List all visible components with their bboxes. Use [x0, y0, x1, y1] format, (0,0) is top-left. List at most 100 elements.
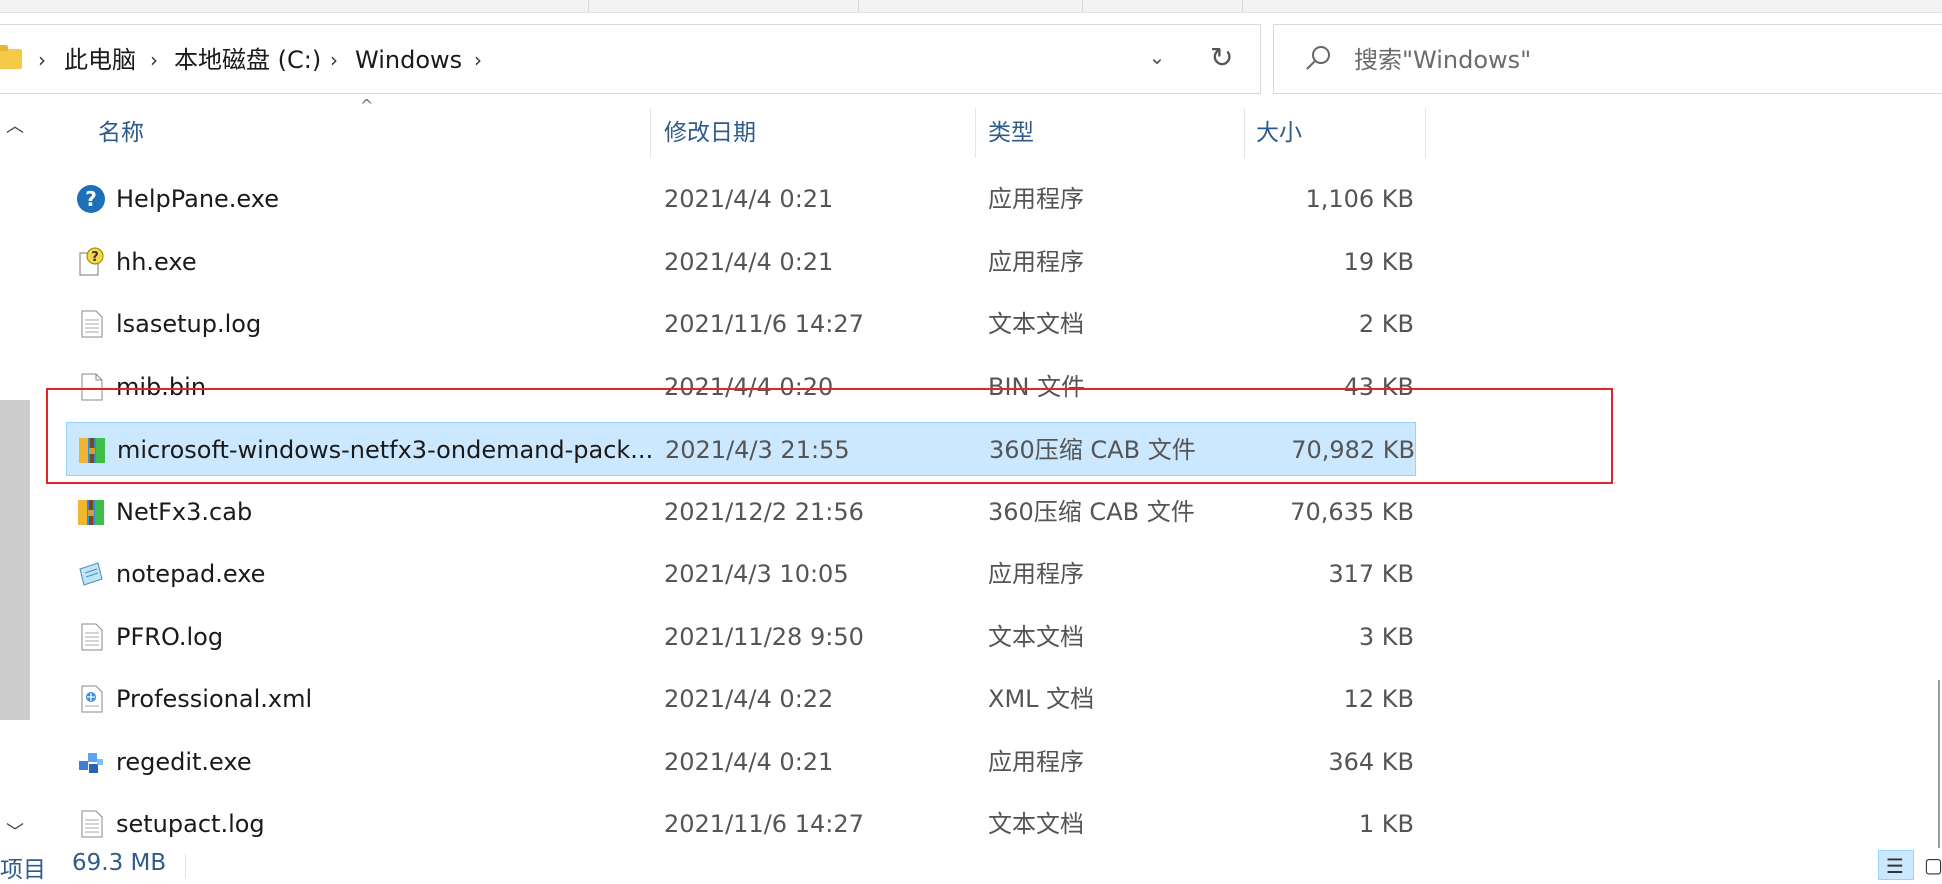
ribbon-divider	[588, 0, 589, 12]
table-row[interactable]: notepad.exe 2021/4/3 10:05 应用程序 317 KB	[66, 547, 1416, 601]
archive-icon	[77, 435, 107, 465]
table-row[interactable]: mib.bin 2021/4/4 0:20 BIN 文件 43 KB	[66, 360, 1416, 414]
file-name[interactable]: notepad.exe	[116, 559, 265, 589]
file-name[interactable]: microsoft-windows-netfx3-ondemand-pack..…	[117, 435, 653, 465]
file-date: 2021/11/28 9:50	[664, 622, 864, 651]
right-scrollbar[interactable]	[1936, 100, 1942, 860]
file-type: BIN 文件	[988, 372, 1086, 401]
file-type: 360压缩 CAB 文件	[988, 497, 1195, 526]
breadcrumb-local-disk[interactable]: 本地磁盘 (C:)	[174, 45, 321, 75]
folder-icon	[0, 45, 22, 69]
file-size: 12 KB	[1343, 685, 1414, 713]
file-name[interactable]: PFRO.log	[116, 622, 223, 652]
column-divider[interactable]	[1244, 108, 1245, 158]
table-row[interactable]: PFRO.log 2021/11/28 9:50 文本文档 3 KB	[66, 610, 1416, 664]
breadcrumb-chevron-icon[interactable]: ›	[330, 45, 338, 75]
breadcrumb-chevron-icon[interactable]: ›	[38, 45, 46, 75]
column-header-date[interactable]: 修改日期	[664, 108, 756, 158]
blank-file-icon	[76, 372, 106, 402]
status-bar: 项目 69.3 MB	[0, 848, 1942, 883]
search-placeholder[interactable]: 搜索"Windows"	[1354, 45, 1531, 75]
file-size: 3 KB	[1358, 622, 1414, 651]
address-bar[interactable]: › 此电脑 › 本地磁盘 (C:) › Windows › ⌄	[0, 24, 1191, 94]
chevron-down-icon[interactable]: ⌄	[1145, 45, 1169, 69]
column-header-size[interactable]: 大小	[1256, 108, 1302, 158]
file-size: 317 KB	[1328, 560, 1414, 588]
table-row[interactable]: NetFx3.cab 2021/12/2 21:56 360压缩 CAB 文件 70,…	[66, 485, 1416, 539]
right-scroll-thumb[interactable]	[1938, 680, 1940, 860]
ribbon-strip	[0, 0, 1942, 13]
status-divider	[185, 854, 186, 878]
file-type: 文本文档	[988, 622, 1084, 651]
file-name[interactable]: HelpPane.exe	[116, 184, 279, 214]
svg-text:?: ?	[85, 187, 97, 211]
table-row[interactable]: regedit.exe 2021/4/4 0:21 应用程序 364 KB	[66, 735, 1416, 789]
scroll-up-icon[interactable]: ︿	[6, 112, 24, 138]
breadcrumb-windows[interactable]: Windows	[355, 45, 462, 75]
file-date: 2021/12/2 21:56	[664, 497, 864, 526]
sort-ascending-icon: ^	[360, 96, 374, 115]
file-date: 2021/4/4 0:21	[664, 747, 834, 776]
refresh-icon: ↻	[1210, 41, 1234, 74]
file-size: 70,982 KB	[1291, 436, 1415, 464]
registry-icon	[76, 747, 106, 777]
details-view-icon: ☰	[1886, 854, 1904, 878]
file-name[interactable]: lsasetup.log	[116, 309, 261, 339]
column-divider[interactable]	[975, 108, 976, 158]
details-view-button[interactable]: ☰	[1878, 850, 1914, 880]
column-header-type[interactable]: 类型	[988, 108, 1034, 158]
file-name[interactable]: mib.bin	[116, 372, 206, 402]
file-type: 应用程序	[988, 747, 1084, 776]
table-row[interactable]: ? HelpPane.exe 2021/4/4 0:21 应用程序 1,106 KB	[66, 172, 1416, 226]
file-name[interactable]: hh.exe	[116, 247, 197, 277]
table-row[interactable]: ? hh.exe 2021/4/4 0:21 应用程序 19 KB	[66, 235, 1416, 289]
file-size: 19 KB	[1343, 247, 1414, 276]
file-type: 应用程序	[988, 560, 1084, 588]
vertical-scrollbar[interactable]: ︿ ﹀	[0, 100, 30, 848]
ribbon-divider	[858, 0, 859, 12]
breadcrumb-chevron-icon[interactable]: ›	[474, 45, 482, 75]
scroll-down-icon[interactable]: ﹀	[6, 818, 24, 844]
search-box[interactable]: 搜索"Windows"	[1273, 24, 1942, 94]
text-file-icon	[76, 809, 106, 839]
help-icon: ?	[76, 184, 106, 214]
table-row[interactable]: lsasetup.log 2021/11/6 14:27 文本文档 2 KB	[66, 297, 1416, 351]
ribbon-divider	[1242, 0, 1243, 12]
text-file-icon	[76, 309, 106, 339]
file-type: 360压缩 CAB 文件	[989, 436, 1196, 464]
file-name[interactable]: setupact.log	[116, 809, 265, 839]
column-divider[interactable]	[1425, 108, 1426, 158]
file-date: 2021/4/3 10:05	[664, 560, 849, 588]
notepad-icon	[76, 559, 106, 589]
refresh-button[interactable]: ↻	[1190, 24, 1261, 94]
file-type: 应用程序	[988, 185, 1084, 213]
search-icon	[1306, 46, 1330, 70]
scroll-thumb[interactable]	[0, 400, 30, 720]
tiles-view-button[interactable]: ▢	[1920, 850, 1942, 880]
file-size: 364 KB	[1328, 747, 1414, 776]
file-size: 70,635 KB	[1290, 497, 1414, 526]
column-divider[interactable]	[650, 108, 651, 158]
breadcrumb-this-pc[interactable]: 此电脑	[64, 45, 136, 75]
file-size: 1,106 KB	[1305, 185, 1414, 213]
file-date: 2021/4/3 21:55	[665, 436, 850, 464]
file-date: 2021/4/4 0:20	[664, 372, 834, 401]
breadcrumb-chevron-icon[interactable]: ›	[150, 45, 158, 75]
table-row-selected[interactable]: microsoft-windows-netfx3-ondemand-pack..…	[66, 422, 1416, 476]
file-type: 文本文档	[988, 310, 1084, 338]
file-type: 文本文档	[988, 810, 1084, 838]
file-name[interactable]: regedit.exe	[116, 747, 252, 777]
help-document-icon: ?	[76, 247, 106, 277]
xml-file-icon	[76, 684, 106, 714]
file-date: 2021/11/6 14:27	[664, 310, 864, 338]
file-name[interactable]: NetFx3.cab	[116, 497, 252, 527]
file-size: 2 KB	[1358, 310, 1414, 338]
file-name[interactable]: Professional.xml	[116, 684, 312, 714]
file-size: 1 KB	[1358, 810, 1414, 838]
table-row[interactable]: setupact.log 2021/11/6 14:27 文本文档 1 KB	[66, 797, 1416, 851]
selected-size: 69.3 MB	[72, 850, 167, 876]
file-type: XML 文档	[988, 685, 1095, 713]
table-row[interactable]: Professional.xml 2021/4/4 0:22 XML 文档 12 KB	[66, 672, 1416, 726]
file-date: 2021/4/4 0:21	[664, 247, 834, 276]
column-header-name[interactable]: 名称	[98, 108, 144, 158]
